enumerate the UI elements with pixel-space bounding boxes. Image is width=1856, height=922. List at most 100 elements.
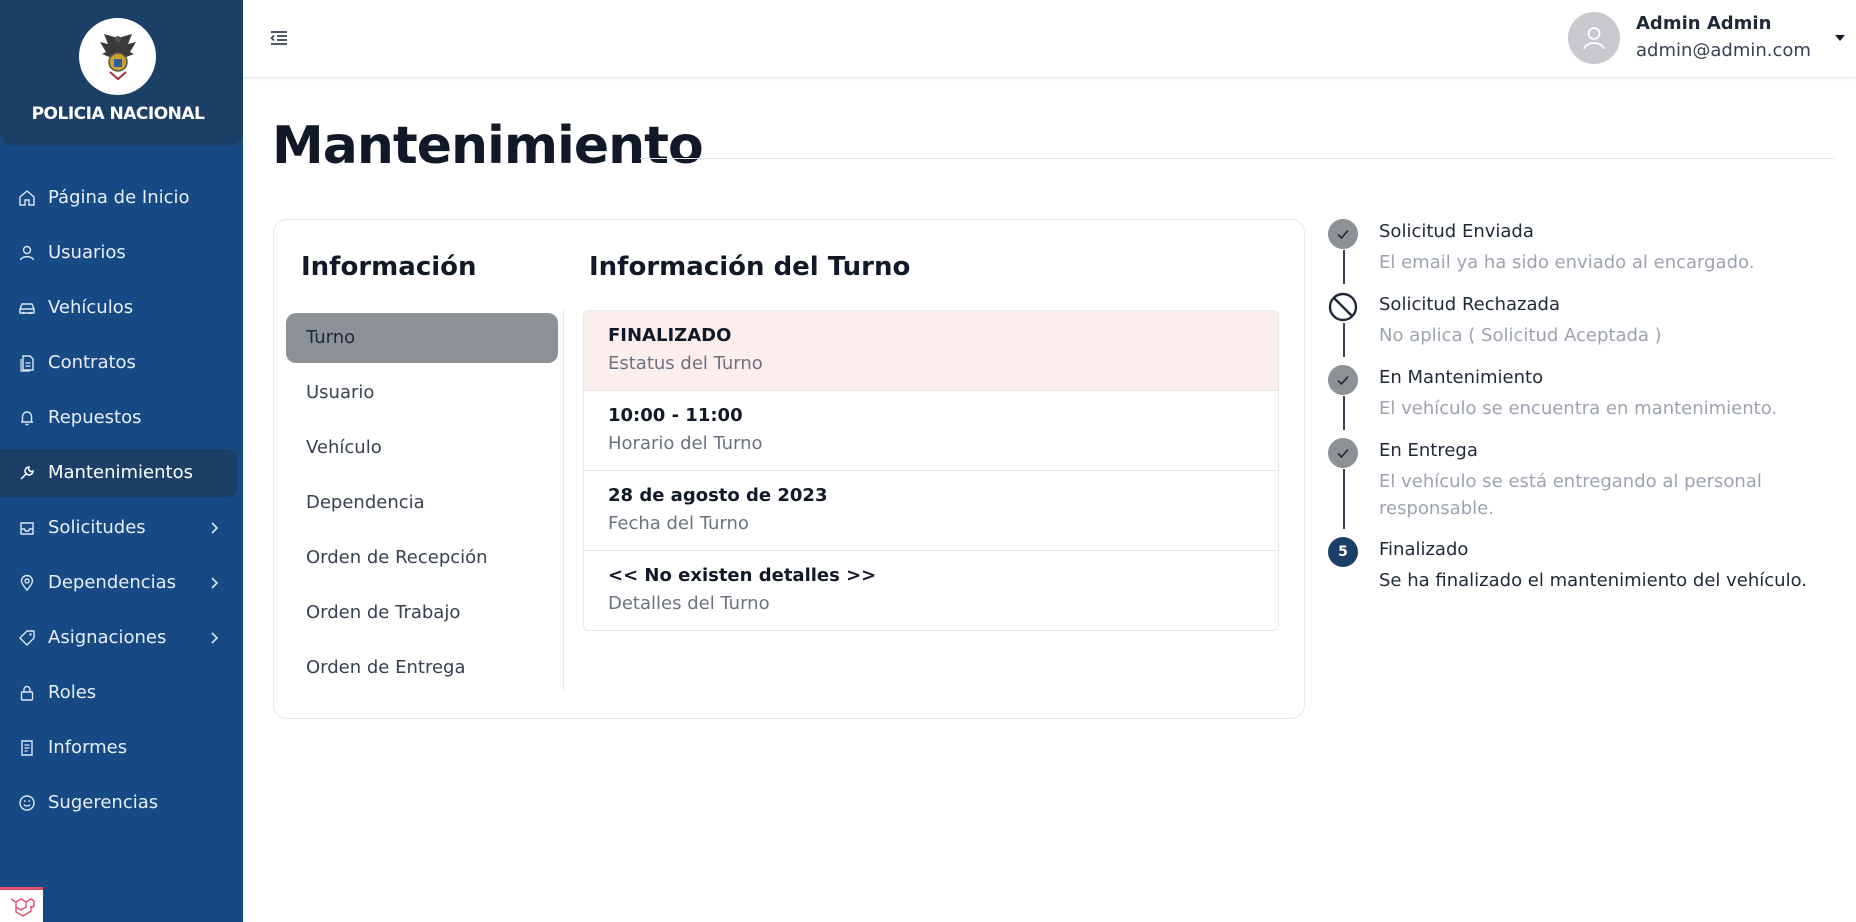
tab-label: Orden de Recepción [306,547,488,568]
sidebar-item-contratos[interactable]: Contratos [0,339,238,387]
check-icon [1328,438,1358,468]
chevron-right-icon [211,632,219,644]
caret-down-icon[interactable] [1833,32,1847,44]
blocked-icon [1328,292,1358,322]
sidebar-item-label: Asignaciones [48,627,167,648]
laravel-icon [10,898,35,917]
sidebar-item-label: Vehículos [48,297,134,318]
step-number-badge: 5 [1328,537,1358,567]
turno-status-value: FINALIZADO [608,325,732,346]
top-header: Admin Admin admin@admin.com [243,0,1856,78]
sidebar-item-roles[interactable]: Roles [0,669,238,717]
bell-icon [21,411,33,426]
tab-label: Orden de Trabajo [306,602,461,623]
turno-status-label: Estatus del Turno [608,353,763,374]
timeline-step-title: Solicitud Enviada [1379,221,1534,242]
user-icon [19,245,35,261]
timeline-step-desc: El email ya ha sido enviado al encargado… [1379,252,1755,273]
sidebar-item-label: Roles [48,682,97,703]
tab-orden-entrega[interactable]: Orden de Entrega [286,643,558,693]
sidebar-item-label: Usuarios [48,242,126,263]
turno-detalles-value: << No existen detalles >> [608,565,877,586]
chevron-right-icon [211,522,219,534]
wrench-icon [20,466,34,480]
tag-icon [19,630,35,646]
timeline-step-title: Finalizado [1379,539,1469,560]
lock-icon [20,685,34,701]
tab-label: Vehículo [306,437,382,458]
turno-detail-list: FINALIZADO Estatus del Turno 10:00 - 11:… [583,310,1279,631]
tab-orden-recepcion[interactable]: Orden de Recepción [286,533,558,583]
info-panel-title: Información [301,252,477,282]
sidebar-item-label: Dependencias [48,572,177,593]
sidebar-item-vehiculos[interactable]: Vehículos [0,284,238,332]
turno-fecha-value: 28 de agosto de 2023 [608,485,828,506]
page-title: Mantenimiento [272,116,704,176]
framework-logo[interactable] [0,887,43,922]
timeline-step-desc: El vehículo se está entregando al person… [1379,471,1762,519]
document-icon [20,355,34,372]
brand-name: POLICIA NACIONAL [31,104,205,124]
tab-orden-trabajo[interactable]: Orden de Trabajo [286,588,558,638]
menu-collapse-icon[interactable] [267,26,291,50]
title-divider [640,158,1834,159]
sidebar-item-label: Sugerencias [48,792,159,813]
sidebar-item-informes[interactable]: Informes [0,724,238,772]
tab-turno[interactable]: Turno [286,313,558,363]
report-icon [21,740,33,756]
timeline-step-title: Solicitud Rechazada [1379,294,1560,315]
sidebar-item-solicitudes[interactable]: Solicitudes [0,504,238,552]
tab-vehiculo[interactable]: Vehículo [286,423,558,473]
tab-label: Turno [306,327,356,348]
maintenance-card: Información Turno Usuario Vehículo Depen… [273,219,1305,719]
sidebar-item-asignaciones[interactable]: Asignaciones [0,614,238,662]
turno-horario-value: 10:00 - 11:00 [608,405,743,426]
brand-header: POLICIA NACIONAL [0,0,243,146]
sidebar-item-inicio[interactable]: Página de Inicio [0,174,238,222]
sidebar-item-sugerencias[interactable]: Sugerencias [0,779,238,827]
check-icon [1328,365,1358,395]
sidebar-item-repuestos[interactable]: Repuestos [0,394,238,442]
sidebar-item-label: Repuestos [48,407,142,428]
police-crest-logo[interactable] [79,18,156,95]
timeline-step-title: En Mantenimiento [1379,367,1544,388]
tab-label: Orden de Entrega [306,657,466,678]
smile-icon [19,795,35,811]
sidebar-item-mantenimientos[interactable]: Mantenimientos [0,449,238,497]
tab-dependencia[interactable]: Dependencia [286,478,558,528]
timeline-connector [1343,323,1345,357]
timeline-connector [1343,469,1345,529]
list-item: << No existen detalles >> Detalles del T… [584,551,1278,630]
timeline-step-desc: El vehículo se encuentra en mantenimient… [1379,398,1778,419]
list-item: FINALIZADO Estatus del Turno [584,311,1278,391]
user-email[interactable]: admin@admin.com [1636,40,1811,61]
sidebar-item-label: Informes [48,737,128,758]
inbox-icon [20,522,34,535]
timeline-connector [1343,250,1345,284]
sidebar-item-dependencias[interactable]: Dependencias [0,559,238,607]
list-item: 10:00 - 11:00 Horario del Turno [584,391,1278,471]
sidebar-item-label: Contratos [48,352,136,373]
turno-horario-label: Horario del Turno [608,433,763,454]
tab-usuario[interactable]: Usuario [286,368,558,418]
turno-detalles-label: Detalles del Turno [608,593,770,614]
tab-label: Usuario [306,382,375,403]
check-icon [1328,219,1358,249]
sidebar-item-label: Mantenimientos [48,462,193,483]
home-icon [19,190,35,206]
sidebar-item-usuarios[interactable]: Usuarios [0,229,238,277]
user-icon [1583,27,1605,50]
location-icon [20,574,34,592]
timeline-connector [1343,396,1345,430]
turno-title: Información del Turno [589,252,911,282]
tab-label: Dependencia [306,492,425,513]
turno-fecha-label: Fecha del Turno [608,513,749,534]
timeline-step-desc: Se ha finalizado el mantenimiento del ve… [1379,570,1808,591]
user-name[interactable]: Admin Admin [1636,13,1771,34]
avatar[interactable] [1568,12,1620,64]
chevron-right-icon [211,577,219,589]
car-icon [19,303,35,315]
sidebar-item-label: Página de Inicio [48,187,190,208]
list-item: 28 de agosto de 2023 Fecha del Turno [584,471,1278,551]
panel-divider [563,308,564,692]
